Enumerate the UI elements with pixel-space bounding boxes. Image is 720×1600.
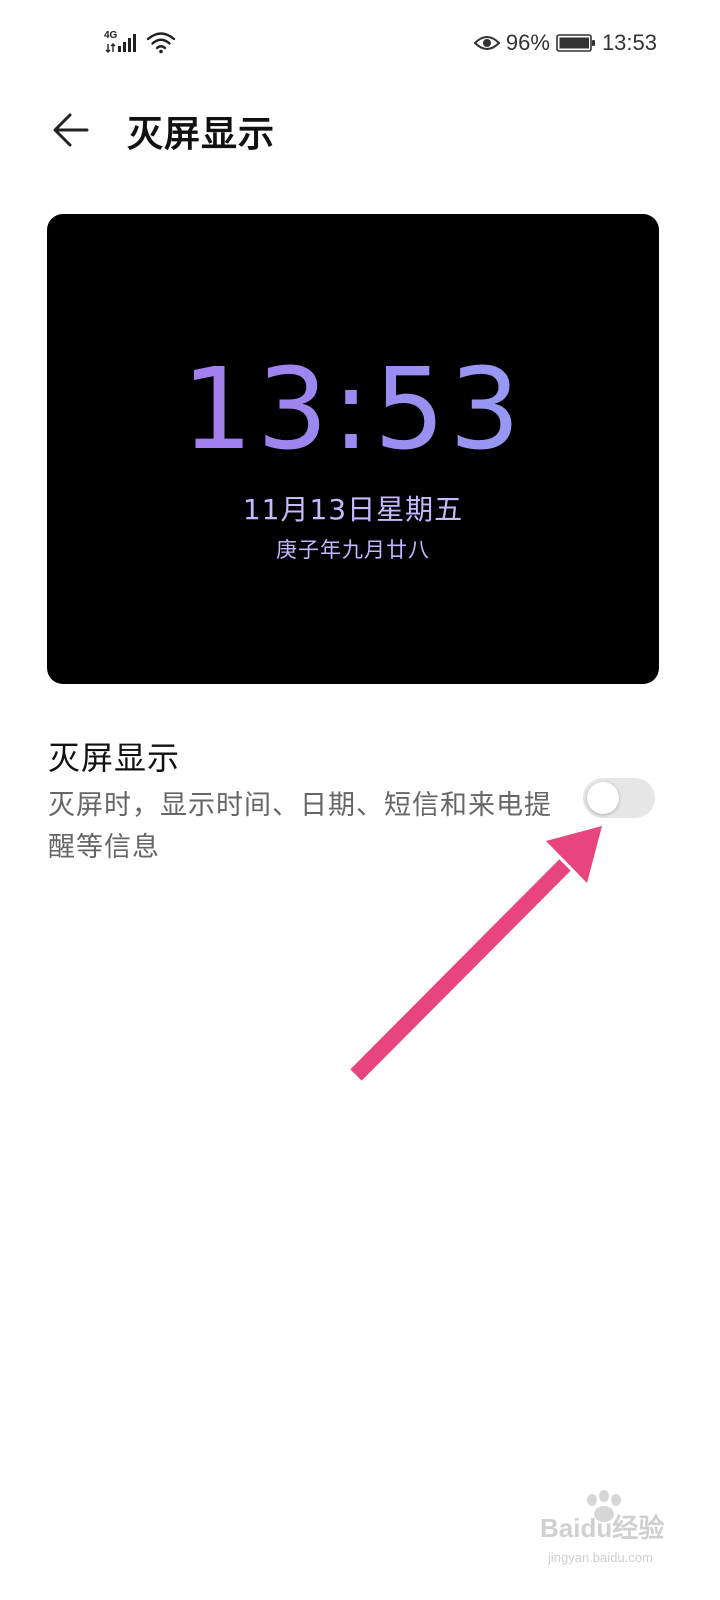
aod-toggle[interactable] [583, 778, 655, 818]
header: 灭屏显示 [0, 95, 720, 165]
back-button[interactable] [44, 103, 98, 157]
network-type-label: 4G [104, 30, 118, 41]
wifi-icon [146, 32, 176, 54]
battery-icon [556, 34, 595, 52]
status-clock: 13:53 [601, 30, 657, 55]
preview-lunar-date: 庚子年九月廿八 [276, 538, 430, 562]
page-title: 灭屏显示 [127, 114, 276, 155]
setting-title: 灭屏显示 [48, 739, 181, 777]
toggle-knob [587, 782, 619, 814]
eye-comfort-icon [473, 36, 500, 50]
watermark-url: jingyan.baidu.com [548, 1550, 653, 1565]
aod-setting-row[interactable]: 灭屏显示 灭屏时，显示时间、日期、短信和来电提醒等信息 [48, 733, 672, 873]
preview-date: 11月13日星期五 [242, 493, 464, 526]
baidu-watermark: Baidu经验 jingyan.baidu.com [540, 1490, 680, 1580]
arrow-left-icon [53, 113, 89, 147]
aod-preview: 13:53 11月13日星期五 庚子年九月廿八 [47, 214, 659, 684]
status-left: 4G [104, 30, 176, 54]
status-bar: 4G 96% 13:53 [0, 0, 720, 90]
setting-description: 灭屏时，显示时间、日期、短信和来电提醒等信息 [48, 790, 552, 863]
preview-time: 13:53 [47, 354, 659, 466]
watermark-brand: Baidu经验 [540, 1513, 665, 1543]
battery-percent: 96% [505, 30, 550, 55]
status-right: 96% 13:53 [473, 30, 657, 56]
